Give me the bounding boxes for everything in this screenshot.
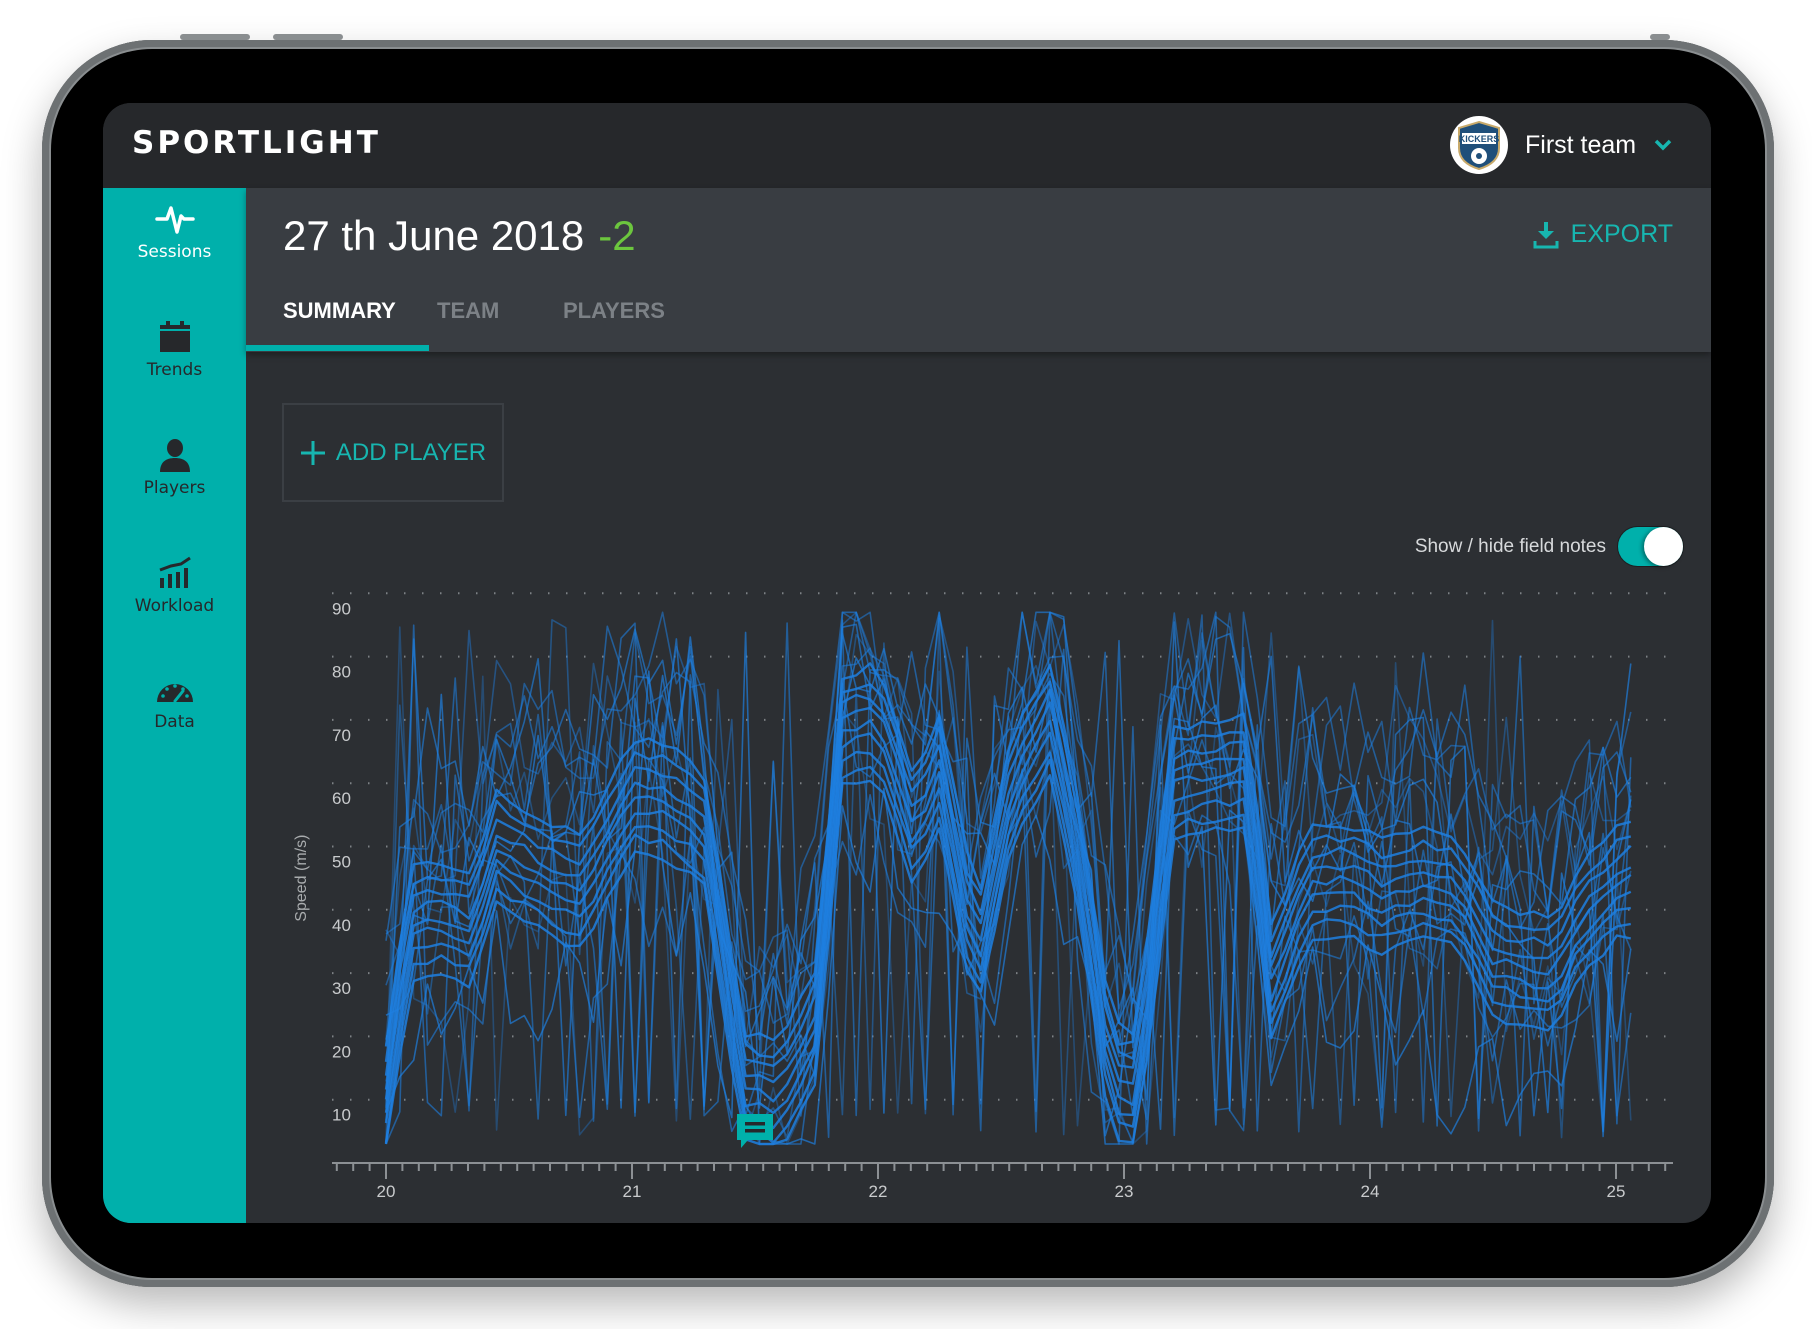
device-power-button	[1650, 34, 1670, 40]
y-tick-label: 80	[332, 663, 351, 682]
speed-chart: 10 20 30 40 50 60 70 80 90 Speed (m/s) 20 21 22 23 24 2…	[293, 592, 1673, 1201]
y-tick-label: 20	[332, 1042, 351, 1061]
y-tick-label: 40	[332, 916, 351, 935]
comment-icon	[737, 1114, 773, 1148]
y-tick-label: 60	[332, 789, 351, 808]
device-volume-button	[180, 34, 250, 40]
x-tick-label: 22	[869, 1182, 888, 1201]
field-note-marker[interactable]	[736, 1113, 774, 1151]
device-volume-button	[273, 34, 343, 40]
y-tick-label: 70	[332, 726, 351, 745]
app-screen: SPORTLIGHT KICKERS First team Sessions T…	[103, 103, 1711, 1223]
y-tick-label: 90	[332, 599, 351, 618]
chart-series	[384, 611, 1632, 1146]
x-tick-label: 24	[1361, 1182, 1380, 1201]
y-tick-label: 30	[332, 979, 351, 998]
x-tick-label: 21	[623, 1182, 642, 1201]
y-tick-label: 50	[332, 853, 351, 872]
series-line	[385, 622, 1632, 1137]
x-tick-label: 25	[1607, 1182, 1626, 1201]
x-tick-label: 23	[1115, 1182, 1134, 1201]
y-tick-label: 10	[332, 1106, 351, 1125]
x-tick-label: 20	[377, 1182, 396, 1201]
y-axis-title: Speed (m/s)	[293, 835, 310, 922]
